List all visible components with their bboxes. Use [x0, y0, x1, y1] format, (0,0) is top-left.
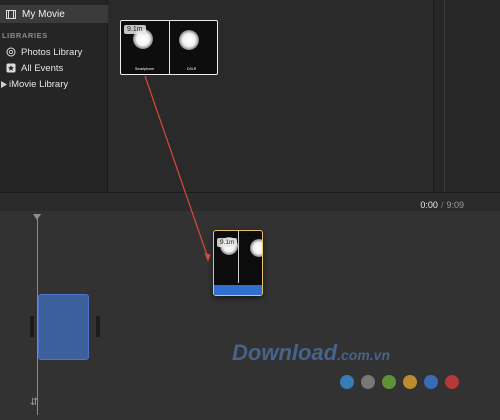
split-divider: [169, 21, 170, 74]
sidebar-item-label: All Events: [21, 62, 64, 74]
browser-clip-thumbnail[interactable]: Smartphone DSLR 9.1m: [120, 20, 218, 75]
project-name: My Movie: [22, 8, 65, 20]
current-time: 0:00: [420, 200, 438, 210]
clip-duration-badge: 9.1m: [217, 238, 238, 247]
drop-zone-right-handle[interactable]: [96, 316, 100, 337]
clip-left-label: Smartphone: [135, 67, 155, 71]
sidebar-item-photos-library[interactable]: Photos Library: [0, 45, 108, 59]
watermark-dots: [340, 375, 459, 389]
sidebar-item-label: Photos Library: [21, 46, 83, 58]
drop-zone-left-handle[interactable]: [30, 316, 34, 337]
split-divider: [238, 231, 239, 283]
clip-drop-zone[interactable]: [38, 294, 89, 360]
snap-icon[interactable]: ⇵: [30, 397, 38, 408]
sidebar-item-imovie-library[interactable]: iMovie Library: [0, 77, 108, 91]
star-icon: [6, 63, 16, 73]
time-separator: /: [440, 200, 444, 210]
libraries-heading: LIBRARIES: [2, 31, 48, 40]
audio-waveform: [214, 285, 262, 295]
film-icon: [6, 9, 16, 19]
photos-icon: [6, 47, 16, 57]
sidebar: My Movie LIBRARIES Photos Library All Ev…: [0, 0, 108, 192]
watermark-suffix: .com.vn: [337, 347, 391, 363]
total-time: 9:09: [446, 200, 464, 210]
timecode-display: 0:00/9:09: [420, 200, 464, 210]
clip-duration-badge: 9.1m: [124, 25, 146, 34]
sidebar-item-label: iMovie Library: [9, 78, 69, 90]
watermark-dot: [340, 375, 354, 389]
dragged-clip[interactable]: 9.1m: [213, 230, 263, 296]
watermark-dot: [403, 375, 417, 389]
watermark-text: Download: [232, 340, 338, 365]
clip-right-label: DSLR: [187, 67, 197, 71]
watermark-dot: [382, 375, 396, 389]
project-item-my-movie[interactable]: My Movie: [0, 5, 108, 23]
watermark-logo: Download.com.vn: [232, 340, 390, 366]
watermark-dot: [361, 375, 375, 389]
watermark-dot: [445, 375, 459, 389]
light-bulb-image: [250, 239, 262, 257]
light-bulb-image: [179, 30, 199, 50]
watermark-dot: [424, 375, 438, 389]
sidebar-item-all-events[interactable]: All Events: [0, 61, 108, 75]
disclosure-triangle-icon[interactable]: [0, 79, 7, 89]
right-panel: [433, 0, 500, 192]
